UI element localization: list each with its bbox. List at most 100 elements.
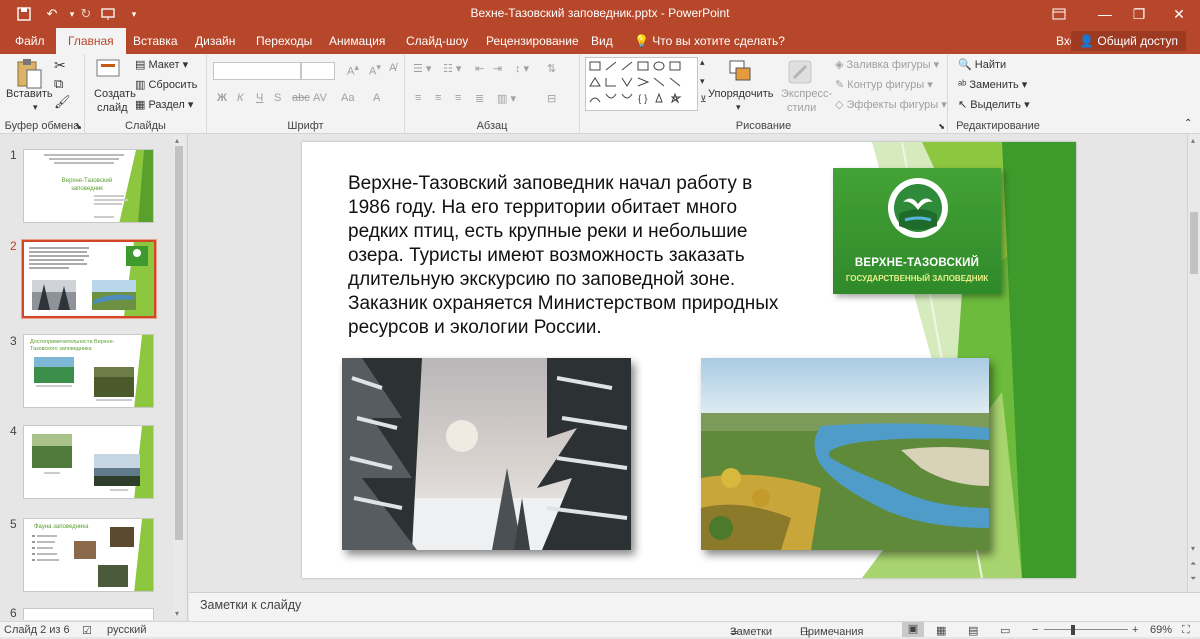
tab-slideshow[interactable]: Слайд-шоу [404,28,470,54]
ribbon-display-icon[interactable] [1036,0,1082,28]
tab-transitions[interactable]: Переходы [254,28,314,54]
underline-button[interactable]: Ч [256,92,263,104]
format-painter-icon[interactable]: 🖌 [54,94,71,110]
shapes-scroll-up-icon[interactable]: ▴ [700,57,705,68]
shrink-font-icon[interactable]: A▾ [369,62,381,78]
tab-review[interactable]: Рецензирование [484,28,581,54]
quick-styles-label-2[interactable]: стили [787,102,816,114]
scroll-up-icon[interactable]: ▴ [175,136,179,145]
collapse-ribbon-icon[interactable]: ⌃ [1184,118,1192,129]
columns-icon[interactable]: ▥ ▾ [497,92,516,105]
paste-button[interactable]: Вставить [6,88,53,100]
clear-format-icon[interactable]: A̸ [389,62,396,74]
numbering-icon[interactable]: ☷ ▾ [443,62,461,75]
thumb-slide-4[interactable] [23,425,154,499]
line-spacing-icon[interactable]: ↕ ▾ [515,62,529,75]
font-color-icon[interactable]: A [373,92,380,104]
previous-slide-icon[interactable]: ⏶ [1190,559,1196,569]
decrease-indent-icon[interactable]: ⇤ [475,62,484,75]
quick-styles-icon[interactable] [786,58,814,86]
reset-button[interactable]: ▥ Сбросить [135,78,197,91]
tell-me-box[interactable]: 💡 Что вы хотите сделать? [632,28,787,54]
layout-button[interactable]: ▤ Макет ▾ [135,58,188,71]
new-slide-icon[interactable] [95,58,123,86]
text-direction-icon[interactable]: ⇅ [547,62,556,75]
select-button[interactable]: ↖ Выделить ▾ [958,98,1030,111]
font-name-combo[interactable] [213,62,301,80]
tab-animations[interactable]: Анимация [327,28,387,54]
font-size-combo[interactable] [301,62,335,80]
thumb-slide-5[interactable]: Фауна заповедника [23,518,154,592]
new-slide-label-1[interactable]: Создать [94,88,136,100]
reserve-logo[interactable]: ВЕРХНЕ-ТАЗОВСКИЙ ГОСУДАРСТВЕННЫЙ ЗАПОВЕД… [833,168,1001,294]
zoom-in-icon[interactable]: + [1132,624,1138,636]
language-indicator[interactable]: русский [107,624,146,636]
slideshow-view-icon[interactable]: ▭ [1000,624,1010,637]
arrange-dropdown-icon[interactable]: ▾ [736,102,741,113]
shape-outline-button[interactable]: ✎ Контур фигуры ▾ [835,78,933,91]
arrange-icon[interactable] [726,58,754,86]
shape-fill-button[interactable]: ◈ Заливка фигуры ▾ [835,58,939,71]
replace-button[interactable]: ᵃᵇ Заменить ▾ [958,78,1027,91]
thumbnail-scrollbar[interactable]: ▴ ▾ [173,136,185,618]
align-center-icon[interactable]: ≡ [435,92,441,104]
zoom-out-icon[interactable]: − [1032,624,1038,636]
spelling-icon[interactable]: ☑ [82,624,92,637]
slide-body-text[interactable]: Верхне-Тазовский заповедник начал работу… [348,172,798,340]
river-photo[interactable] [701,358,989,550]
normal-view-icon[interactable]: ▣ [902,622,924,637]
scroll-down-icon[interactable]: ▾ [175,609,179,618]
slide-counter[interactable]: Слайд 2 из 6 [4,624,70,636]
strikethrough-button[interactable]: abc [292,92,310,104]
section-button[interactable]: ▦ Раздел ▾ [135,98,193,111]
scrollbar-thumb[interactable] [175,146,183,540]
current-slide[interactable]: Верхне-Тазовский заповедник начал работу… [302,142,1076,578]
scroll-up-icon[interactable]: ▴ [1191,136,1195,145]
shape-effects-button[interactable]: ◇ Эффекты фигуры ▾ [835,98,947,111]
quick-styles-label-1[interactable]: Экспресс- [781,88,832,100]
grow-font-icon[interactable]: A▴ [347,62,359,78]
notes-placeholder[interactable]: Заметки к слайду [200,598,301,612]
zoom-level[interactable]: 69% [1150,624,1172,636]
tab-view[interactable]: Вид [589,28,615,54]
tab-file[interactable]: Файл [13,28,47,54]
next-slide-icon[interactable]: ⏷ [1190,574,1196,584]
share-button[interactable]: 👤 Общий доступ [1071,31,1186,51]
thumb-slide-3[interactable]: Достопримечательности Верхне-Тазовского … [23,334,154,408]
bold-button[interactable]: Ж [217,92,227,104]
arrange-label[interactable]: Упорядочить [708,88,773,100]
slide-scrollbar-thumb[interactable] [1190,212,1198,274]
slide-sorter-icon[interactable]: ▦ [936,624,946,637]
align-text-icon[interactable]: ⊟ [547,92,556,105]
thumb-slide-2[interactable] [21,239,157,319]
cut-icon[interactable]: ✂ [54,57,66,74]
paste-icon[interactable] [15,58,43,89]
zoom-slider-track[interactable] [1044,629,1128,630]
align-right-icon[interactable]: ≡ [455,92,461,104]
notes-pane[interactable]: Заметки к слайду [189,592,1200,621]
drawing-launcher-icon[interactable]: ⬊ [938,122,945,131]
thumb-slide-1[interactable]: Верхне-Тазовский заповедник [23,149,154,223]
align-left-icon[interactable]: ≡ [415,92,421,104]
tab-insert[interactable]: Вставка [131,28,180,54]
increase-indent-icon[interactable]: ⇥ [493,62,502,75]
char-spacing-button[interactable]: AV [313,92,327,104]
new-slide-label-2[interactable]: слайд [97,102,128,114]
strike-button[interactable]: S [274,92,281,104]
copy-icon[interactable]: ⧉ [54,76,63,92]
winter-forest-photo[interactable] [342,358,631,550]
change-case-button[interactable]: Aa [341,92,354,104]
bullets-icon[interactable]: ☰ ▾ [413,62,431,75]
shapes-scroll-down-icon[interactable]: ▾ [700,76,705,87]
clipboard-launcher-icon[interactable]: ⬊ [75,122,82,131]
paste-dropdown-icon[interactable]: ▾ [33,102,38,113]
shapes-gallery[interactable]: { } [585,57,698,111]
tab-design[interactable]: Дизайн [193,28,237,54]
fit-slide-icon[interactable]: ⛶ [1182,624,1190,637]
justify-icon[interactable]: ≣ [475,92,484,105]
italic-button[interactable]: К [237,92,243,104]
find-button[interactable]: 🔍 Найти [958,58,1006,71]
shapes-more-icon[interactable]: ⊻ [700,94,707,105]
reading-view-icon[interactable]: ▤ [968,624,978,637]
zoom-slider-thumb[interactable] [1071,625,1075,635]
